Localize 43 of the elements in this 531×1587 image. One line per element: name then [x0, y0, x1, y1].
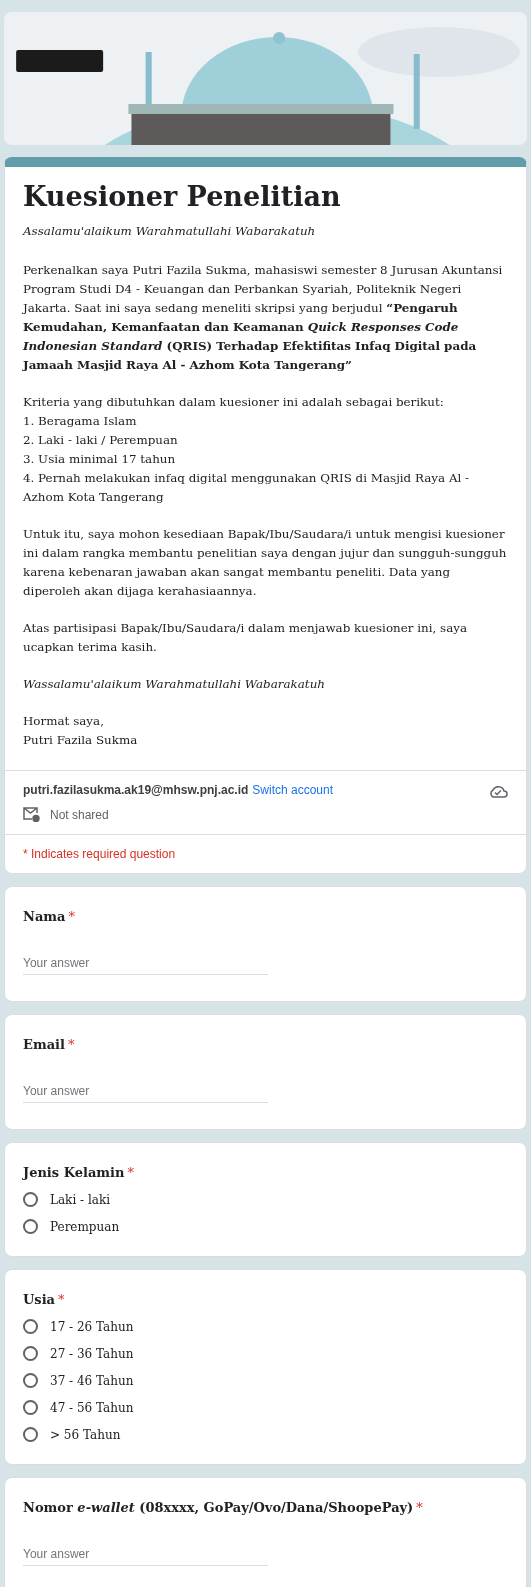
radio-button[interactable] — [23, 1427, 38, 1442]
cloud-check-icon — [488, 783, 508, 799]
description-text: Assalamu'alaikum Warahmatullahi Wabarakatuh — [23, 223, 317, 240]
required-note: * Indicates required question — [5, 834, 526, 873]
required-asterisk: * — [127, 1165, 134, 1180]
required-asterisk: * — [58, 1292, 65, 1307]
required-asterisk: * — [68, 909, 75, 924]
description-text: Wassalamu'alaikum Warahmatullahi Wabarakatuh — [23, 676, 326, 693]
description-text: Atas partisipasi Bapak/Ibu/Saudara/i dalam menjawab kuesioner ini, saya ucapkan terima kasih. — [23, 620, 469, 656]
option-label: Perempuan — [50, 1219, 120, 1234]
question-title: Jenis Kelamin * — [23, 1165, 135, 1180]
option-label: 27 - 36 Tahun — [50, 1346, 134, 1361]
option-label: > 56 Tahun — [50, 1427, 121, 1442]
question-title: Nama * — [23, 909, 76, 924]
question-title: Nomor e-wallet (08xxxx, GoPay/Ovo/Dana/ShoopePay) * — [23, 1500, 424, 1515]
radio-button[interactable] — [23, 1192, 38, 1207]
radio-button[interactable] — [23, 1373, 38, 1388]
option-label: 17 - 26 Tahun — [50, 1319, 134, 1334]
option-label: 37 - 46 Tahun — [50, 1373, 134, 1388]
radio-button[interactable] — [23, 1346, 38, 1361]
description-text: Putri Fazila Sukma — [23, 732, 139, 749]
mail-blocked-icon — [23, 807, 40, 822]
radio-button[interactable] — [23, 1400, 38, 1415]
not-shared-label: Not shared — [50, 807, 109, 822]
radio-button[interactable] — [23, 1319, 38, 1334]
form-title: Kuesioner Penelitian — [23, 181, 342, 212]
switch-account-link[interactable]: Switch account — [252, 783, 334, 797]
account-email: putri.fazilasukma.ak19@mhsw.pnj.ac.id — [23, 783, 249, 797]
description-text: Untuk itu, saya mohon kesediaan Bapak/Ibu/Saudara/i untuk mengisi kuesioner ini dalam rangka membantu penelitian saya dengan jujur dan sungguh-sungguh karena kebenaran jawaban akan sangat membantu peneliti. Data yang diperoleh akan dijaga kerahasiaannya. — [23, 526, 508, 600]
description-text: Perkenalkan saya Putri Fazila Sukma, mahasiswi semester 8 Jurusan Akuntansi Program Studi D4 - Keuangan dan Perbankan Syariah, Politeknik Negeri Jakarta. Saat ini saya sedang meneliti skripsi yang berjudul “Pengaruh Kemudahan, Kemanfaatan dan Keamanan Quick Responses Code Indonesian Standard (QRIS) Terhadap Efektifitas Infaq Digital pada Jamaah Masjid Raya Al - Azhom Kota Tangerang” — [23, 262, 504, 374]
question-title: Usia * — [23, 1292, 66, 1307]
description-text: Hormat saya, — [23, 713, 105, 730]
option-label: Laki - laki — [50, 1192, 111, 1207]
description-text: Kriteria yang dibutuhkan dalam kuesioner ini adalah sebagai berikut: — [23, 394, 445, 411]
radio-button[interactable] — [23, 1219, 38, 1234]
description-text: 3. Usia minimal 17 tahun — [23, 451, 177, 468]
required-asterisk: * — [67, 1037, 75, 1052]
description-text: 2. Laki - laki / Perempuan — [23, 432, 179, 449]
description-text: 4. Pernah melakukan infaq digital menggunakan QRIS di Masjid Raya Al - Azhom Kota Tangerang — [23, 470, 471, 506]
description-text: 1. Beragama Islam — [23, 413, 138, 430]
required-asterisk: * — [416, 1500, 423, 1515]
option-label: 47 - 56 Tahun — [50, 1400, 134, 1415]
question-title: Email * — [23, 1037, 76, 1052]
